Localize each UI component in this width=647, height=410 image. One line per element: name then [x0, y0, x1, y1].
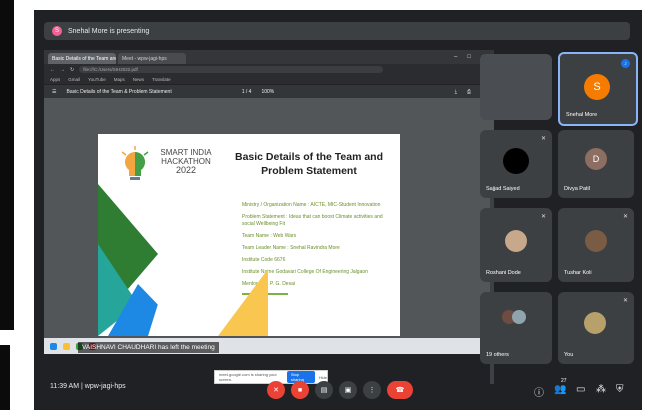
mic-off-icon: ✕	[622, 214, 628, 220]
tile-you[interactable]: ✕ You	[558, 292, 634, 364]
avatar: D	[585, 148, 607, 170]
detail-line: Problem Statement : Ideas that can boost…	[242, 214, 383, 227]
page-indicator[interactable]: 1 / 4	[242, 89, 252, 95]
participants-badge: 27	[561, 378, 567, 384]
mic-off-icon: ✕	[540, 214, 546, 220]
logo-line: SMART INDIA	[160, 148, 212, 157]
meeting-controls-bar: 11:39 AM | wpw-jagi-hps ✕ ■ ▤ ▣ ⋮ ☎ ⓘ 👥 …	[34, 375, 642, 410]
chat-icon[interactable]: ▭	[576, 384, 585, 395]
meeting-time: 11:39 AM	[50, 383, 80, 390]
back-icon[interactable]: ←	[50, 67, 55, 73]
zoom-level[interactable]: 100%	[261, 89, 274, 95]
decorative-triangles	[98, 184, 198, 336]
avatar	[505, 230, 527, 252]
menu-icon[interactable]: ☰	[52, 89, 56, 95]
avatar	[503, 148, 529, 174]
bookmark[interactable]: News	[133, 77, 144, 82]
participant-name: Roshani Dode	[486, 270, 521, 276]
bookmark[interactable]: Gmail	[68, 77, 80, 82]
sih-logo-text: SMART INDIA HACKATHON 2022	[156, 148, 216, 175]
pdf-title: Basic Details of the Team & Problem Stat…	[66, 89, 172, 95]
participant-name: Tushar Koli	[564, 270, 592, 276]
bookmark[interactable]: Maps	[114, 77, 125, 82]
avatar: S	[52, 26, 62, 36]
detail-line: Institute Code 6676	[242, 257, 286, 263]
pdf-toolbar: ☰ Basic Details of the Team & Problem St…	[44, 85, 494, 99]
bulb-logo-icon	[121, 146, 149, 180]
tile-sajjad[interactable]: ✕ Sajjad Saiyed	[480, 130, 552, 198]
tile-roshani[interactable]: ✕ Roshani Dode	[480, 208, 552, 282]
bookmark[interactable]: Apps	[50, 77, 60, 82]
presenting-text: Snehal More is presenting	[68, 27, 150, 35]
avatar: S	[584, 74, 610, 100]
address-row: ← → ↻ file:///C:/Users/SIH2022.pdf	[44, 64, 494, 75]
more-options-icon[interactable]: ⋮	[363, 381, 381, 399]
slide-title: Basic Details of the Team and Problem St…	[234, 151, 383, 177]
decorative-yellow-shape	[218, 269, 268, 336]
avatar	[512, 310, 526, 324]
avatar	[584, 312, 606, 334]
shared-screen: Basic Details of the Team and Pr Meet - …	[44, 50, 494, 384]
left-edge-bar	[0, 0, 14, 330]
present-icon[interactable]: ▣	[339, 381, 357, 399]
download-icon[interactable]: ⤓	[455, 89, 457, 95]
start-icon[interactable]	[50, 342, 57, 350]
participant-name: Divya Patil	[564, 186, 590, 192]
tile-divya[interactable]: D Divya Patil	[558, 130, 634, 198]
forward-icon[interactable]: →	[60, 67, 65, 73]
detail-line: Team Name : Web Wars	[242, 233, 297, 239]
left-edge-bar	[0, 345, 10, 410]
detail-line: Team Leader Name : Snehal Ravindra More	[242, 245, 340, 251]
notification-text: VAISHNAVI CHAUDHARI has left the meeting	[78, 342, 219, 353]
address-bar[interactable]: file:///C:/Users/SIH2022.pdf	[79, 66, 384, 73]
bookmarks-bar: Apps Gmail YouTube Maps News Translate	[44, 75, 494, 85]
end-call-icon[interactable]: ☎	[387, 381, 413, 399]
pdf-viewer: SMART INDIA HACKATHON 2022 Basic Details…	[44, 98, 494, 384]
tile-presenter[interactable]: S ♪ Snehal More	[558, 52, 638, 126]
tile-tushar[interactable]: ✕ Tushar Koli	[558, 208, 634, 282]
camera-off-icon[interactable]: ■	[291, 381, 309, 399]
maximize-icon[interactable]: □	[467, 54, 471, 61]
browser-tab[interactable]: Meet - wpw-jagi-hps	[118, 53, 186, 64]
info-icon[interactable]: ⓘ	[534, 384, 544, 399]
participant-name: You	[564, 352, 574, 358]
bookmark[interactable]: Translate	[152, 77, 171, 82]
host-controls-icon[interactable]: ⛨	[616, 384, 624, 395]
bookmark[interactable]: YouTube	[88, 77, 106, 82]
mic-off-icon[interactable]: ✕	[267, 381, 285, 399]
mic-off-icon: ✕	[540, 136, 546, 142]
participant-name: Snehal More	[566, 112, 598, 118]
captions-icon[interactable]: ▤	[315, 381, 333, 399]
tile-others[interactable]: 19 others	[480, 292, 552, 364]
avatar	[585, 230, 607, 252]
slide-page: SMART INDIA HACKATHON 2022 Basic Details…	[98, 134, 400, 336]
people-icon[interactable]: 👥	[554, 384, 566, 395]
meeting-info: 11:39 AM | wpw-jagi-hps	[50, 383, 126, 390]
print-icon[interactable]: ⎙	[467, 89, 471, 95]
participant-name: 19 others	[486, 352, 509, 358]
minimize-icon[interactable]: –	[454, 54, 457, 61]
mic-off-icon: ✕	[622, 298, 628, 304]
speaking-icon: ♪	[621, 59, 630, 68]
detail-line: Ministry / Organization Name : AICTE, MI…	[242, 202, 381, 208]
logo-line: 2022	[175, 165, 197, 175]
presenting-banner: S Snehal More is presenting	[44, 22, 630, 40]
meeting-code: wpw-jagi-hps	[84, 383, 126, 390]
activities-icon[interactable]: ⁂	[596, 384, 606, 395]
browser-tab[interactable]: Basic Details of the Team and Pr	[48, 53, 116, 64]
participant-name: Sajjad Saiyed	[486, 186, 520, 192]
browser-tab-strip: Basic Details of the Team and Pr Meet - …	[44, 50, 494, 64]
tile-thumbnail[interactable]	[480, 54, 552, 120]
meet-window: S Snehal More is presenting Basic Detail…	[34, 10, 642, 410]
reload-icon[interactable]: ↻	[70, 67, 74, 73]
explorer-icon[interactable]	[63, 342, 70, 350]
